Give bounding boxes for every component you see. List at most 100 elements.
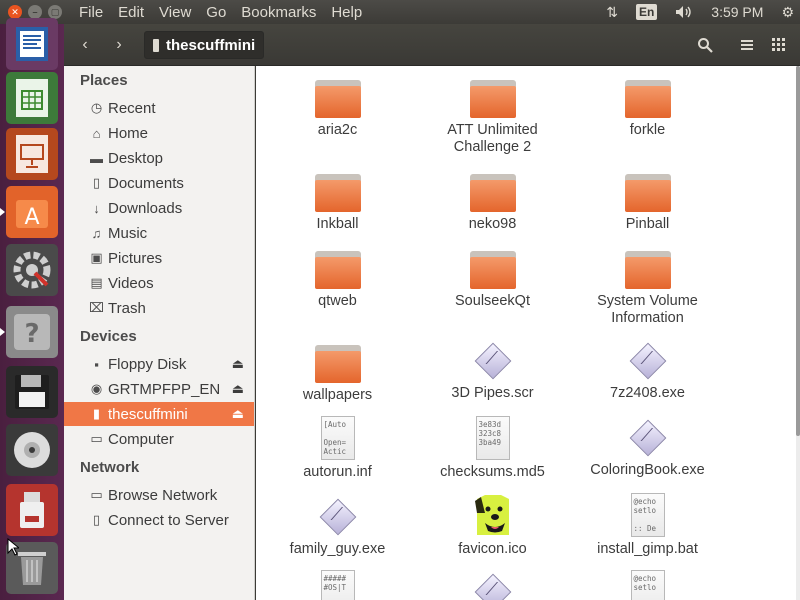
floppy-launcher-icon[interactable] [6, 366, 58, 418]
system-settings-launcher-icon[interactable] [6, 244, 58, 296]
file-item[interactable]: qtweb [260, 251, 415, 310]
file-item[interactable]: wallpapers [260, 345, 415, 404]
picture-icon: ▣ [90, 250, 103, 265]
file-item[interactable]: [Auto Open= Actic autorun.inf [260, 416, 415, 481]
sidebar-item-trash[interactable]: ⌧ Trash [64, 296, 254, 320]
close-window-button[interactable]: ✕ [8, 5, 22, 19]
file-item[interactable]: SoulseekQt [415, 251, 570, 310]
folder-icon [314, 345, 361, 383]
sidebar-item-grtmpfpp-en[interactable]: ◉ GRTMPFPP_EN ⏏ [64, 377, 254, 401]
file-item[interactable]: System Volume Information [570, 251, 725, 327]
path-bar-location[interactable]: thescuffmini [144, 31, 265, 59]
menu-view[interactable]: View [159, 4, 191, 21]
file-name: favicon.ico [458, 541, 527, 557]
file-item[interactable]: ⟋ 7z2408.exe [570, 341, 725, 402]
menu-help[interactable]: Help [331, 4, 362, 21]
file-item[interactable]: ⟋ ColoringBook.exe [570, 418, 725, 479]
help-launcher-icon[interactable]: ? [0, 306, 58, 358]
folder-icon [624, 80, 671, 118]
dog-face-image-icon [473, 493, 513, 537]
file-item[interactable]: Inkball [260, 174, 415, 233]
sidebar-item-connect-to-server[interactable]: ▯ Connect to Server [64, 508, 254, 532]
top-panel: ✕ – ▢ File Edit View Go Bookmarks Help ⇅… [0, 0, 800, 24]
list-view-button[interactable] [734, 32, 760, 58]
file-item[interactable]: ATT Unlimited Challenge 2 [415, 80, 570, 156]
file-item[interactable]: @echo setlo [570, 570, 725, 600]
list-icon [741, 40, 753, 50]
file-item[interactable]: ##### #OS|T [260, 570, 415, 600]
sidebar-item-desktop[interactable]: ▬ Desktop [64, 146, 254, 170]
folder-icon [314, 251, 361, 289]
sidebar-item-recent[interactable]: ◷ Recent [64, 96, 254, 120]
file-item[interactable]: ⟋ family_guy.exe [260, 497, 415, 558]
eject-icon[interactable]: ⏏ [232, 406, 244, 422]
minimize-window-button[interactable]: – [28, 5, 42, 19]
sidebar-item-music[interactable]: ♫ Music [64, 221, 254, 245]
vertical-scrollbar[interactable] [796, 66, 800, 600]
keyboard-layout-indicator[interactable]: En [635, 4, 658, 20]
menu-bar: File Edit View Go Bookmarks Help [79, 4, 377, 21]
menu-file[interactable]: File [79, 4, 103, 21]
usb-launcher-icon[interactable] [6, 484, 58, 536]
sidebar-item-pictures[interactable]: ▣ Pictures [64, 246, 254, 270]
mouse-pointer-icon [7, 537, 21, 561]
executable-icon: ⟋ [628, 418, 668, 458]
calc-launcher-icon[interactable] [6, 72, 58, 124]
sidebar-item-browse-network[interactable]: ▭ Browse Network [64, 483, 254, 507]
writer-launcher-icon[interactable] [6, 18, 58, 70]
grid-icon [772, 38, 785, 51]
music-icon: ♫ [91, 225, 102, 241]
file-item[interactable]: ⟋ 3D Pipes.scr [415, 341, 570, 402]
file-item[interactable]: Pinball [570, 174, 725, 233]
cd-launcher-icon[interactable] [6, 424, 58, 476]
sidebar-item-videos[interactable]: ▤ Videos [64, 271, 254, 295]
sidebar-item-downloads[interactable]: ↓ Downloads [64, 196, 254, 220]
maximize-window-button[interactable]: ▢ [48, 5, 62, 19]
file-item[interactable]: neko98 [415, 174, 570, 233]
search-icon [698, 38, 713, 53]
indicator-area: ⇅ En 3:59 PM ⚙ [606, 0, 800, 24]
file-item[interactable]: @echo setlo :: De install_gimp.bat [570, 493, 725, 558]
svg-text:A: A [24, 205, 39, 230]
location-label: thescuffmini [166, 36, 256, 54]
network-header: Network [80, 459, 140, 476]
sidebar-item-thescuffmini[interactable]: ▮ thescuffmini ⏏ [64, 402, 254, 426]
search-button[interactable] [692, 32, 718, 58]
file-name: 3D Pipes.scr [451, 385, 534, 401]
launcher: A ? [0, 18, 64, 600]
scrollbar-thumb[interactable] [796, 66, 800, 436]
file-name: ATT Unlimited Challenge 2 [447, 122, 538, 155]
svg-text:?: ? [24, 319, 39, 349]
menu-go[interactable]: Go [206, 4, 226, 21]
power-gear-icon[interactable]: ⚙ [781, 4, 794, 21]
menu-edit[interactable]: Edit [118, 4, 144, 21]
clock[interactable]: 3:59 PM [711, 4, 763, 20]
grid-view-button[interactable] [766, 32, 792, 58]
file-item[interactable]: forkle [570, 80, 725, 139]
file-name: family_guy.exe [289, 541, 386, 557]
text-file-icon: @echo setlo :: De [630, 493, 665, 537]
file-item[interactable]: 3e83d 323c8 3ba49 checksums.md5 [415, 416, 570, 481]
menu-bookmarks[interactable]: Bookmarks [241, 4, 316, 21]
usb-drive-icon [153, 38, 159, 52]
sidebar-item-computer[interactable]: ▭ Computer [64, 427, 254, 451]
sidebar-item-home[interactable]: ⌂ Home [64, 121, 254, 145]
software-center-launcher-icon[interactable]: A [0, 186, 58, 238]
network-transfer-icon[interactable]: ⇅ [606, 4, 618, 21]
file-item[interactable]: favicon.ico [415, 493, 570, 558]
executable-icon: ⟋ [318, 497, 358, 537]
devices-header: Devices [80, 328, 137, 345]
impress-launcher-icon[interactable] [6, 128, 58, 180]
file-name: autorun.inf [303, 464, 372, 480]
download-icon: ↓ [93, 200, 100, 216]
volume-icon[interactable] [675, 5, 693, 19]
back-button[interactable]: ‹ [74, 32, 96, 58]
file-item[interactable]: aria2c [260, 80, 415, 139]
sidebar-item-documents[interactable]: ▯ Documents [64, 171, 254, 195]
forward-button[interactable]: › [108, 32, 130, 58]
sidebar-item-floppy-disk[interactable]: ▪ Floppy Disk ⏏ [64, 352, 254, 376]
file-name: qtweb [318, 293, 357, 309]
eject-icon[interactable]: ⏏ [232, 356, 244, 372]
file-item[interactable]: ⟋ [415, 572, 570, 600]
eject-icon[interactable]: ⏏ [232, 381, 244, 397]
